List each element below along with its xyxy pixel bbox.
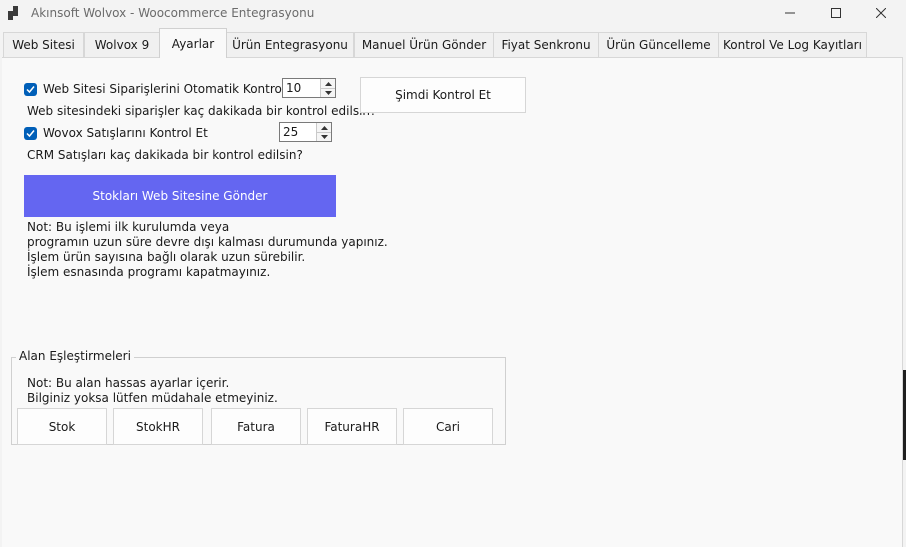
note-line: Not: Bu işlemi ilk kurulumda veya — [27, 220, 230, 234]
order-interval-value[interactable]: 10 — [286, 81, 301, 95]
note-line: İşlem ürün sayısına bağlı olarak uzun sü… — [27, 250, 306, 264]
note-line: programın uzun süre devre dışı kalması d… — [27, 235, 388, 249]
sales-interval-value[interactable]: 25 — [283, 125, 298, 139]
map-faturahr-button[interactable]: FaturaHR — [307, 408, 397, 445]
order-interval-hint: Web sitesindeki siparişler kaç dakikada … — [27, 104, 377, 118]
chevron-up-icon — [320, 125, 328, 130]
map-fatura-button[interactable]: Fatura — [211, 408, 301, 445]
spin-down-button[interactable] — [321, 88, 335, 97]
tab-ayarlar[interactable]: Ayarlar — [159, 28, 227, 58]
order-interval-spin-buttons — [320, 79, 335, 97]
tab-wolvox-9[interactable]: Wolvox 9 — [84, 32, 160, 57]
map-stokhr-button[interactable]: StokHR — [113, 408, 203, 445]
send-stock-note: Not: Bu işlemi ilk kurulumda veya progra… — [27, 220, 388, 280]
chevron-down-icon — [320, 134, 328, 139]
maximize-button[interactable] — [813, 0, 859, 26]
close-icon — [876, 8, 886, 18]
sales-interval-hint: CRM Satışları kaç dakikada bir kontrol e… — [27, 148, 303, 162]
sales-interval-stepper[interactable]: 25 — [279, 122, 332, 142]
map-stok-button[interactable]: Stok — [17, 408, 107, 445]
minimize-icon — [785, 12, 795, 14]
app-icon — [8, 6, 18, 20]
order-interval-stepper[interactable]: 10 — [282, 78, 336, 98]
checkmark-icon — [26, 130, 35, 138]
chevron-down-icon — [324, 90, 332, 95]
chevron-up-icon — [324, 81, 332, 86]
maximize-icon — [831, 8, 841, 18]
checkmark-icon — [26, 86, 35, 94]
field-mapping-note: Not: Bu alan hassas ayarlar içerir. Bilg… — [27, 376, 278, 406]
note-line: Bilginiz yoksa lütfen müdahale etmeyiniz… — [27, 391, 278, 405]
order-check-label[interactable]: Web Sitesi Siparişlerini Otomatik Kontro… — [43, 82, 301, 96]
note-line: İşlem esnasında programı kapatmayınız. — [27, 265, 271, 279]
tab-urun-guncelleme[interactable]: Ürün Güncelleme — [598, 32, 719, 57]
tab-web-sitesi[interactable]: Web Sitesi — [3, 32, 84, 57]
map-cari-button[interactable]: Cari — [403, 408, 493, 445]
window-title: Akınsoft Wolvox - Woocommerce Entegrasyo… — [31, 6, 315, 20]
sales-check-label[interactable]: Wovox Satışlarını Kontrol Et — [43, 126, 208, 140]
close-button[interactable] — [858, 0, 904, 26]
sales-check-checkbox[interactable] — [24, 127, 37, 140]
minimize-button[interactable] — [767, 0, 813, 26]
tab-urun-entegrasyonu[interactable]: Ürün Entegrasyonu — [226, 32, 354, 57]
spin-down-button[interactable] — [317, 132, 331, 141]
send-stock-button[interactable]: Stokları Web Sitesine Gönder — [24, 175, 336, 217]
title-bar: Akınsoft Wolvox - Woocommerce Entegrasyo… — [0, 0, 906, 28]
tab-strip: Web Sitesi Wolvox 9 Ayarlar Ürün Entegra… — [0, 28, 906, 58]
order-check-checkbox[interactable] — [24, 83, 37, 96]
field-mapping-title: Alan Eşleştirmeleri — [16, 349, 134, 363]
sales-interval-spin-buttons — [316, 123, 331, 141]
note-line: Not: Bu alan hassas ayarlar içerir. — [27, 376, 230, 390]
check-now-button[interactable]: Şimdi Kontrol Et — [360, 77, 526, 113]
tab-manuel-urun-gonder[interactable]: Manuel Ürün Gönder — [354, 32, 494, 57]
tab-kontrol-ve-log[interactable]: Kontrol Ve Log Kayıtları — [718, 32, 867, 57]
tab-fiyat-senkronu[interactable]: Fiyat Senkronu — [493, 32, 599, 57]
